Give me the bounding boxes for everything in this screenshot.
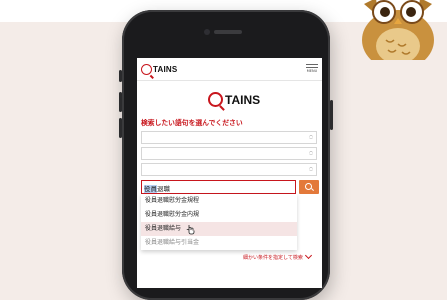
phone-earpiece [214, 30, 242, 34]
menu-button[interactable]: MENU [305, 62, 319, 73]
phone-power-button [330, 100, 333, 130]
category-select-2[interactable]: ︿ ﹀ [141, 147, 317, 160]
search-input-selected-text: 役員 [144, 185, 157, 193]
select-arrows-icon: ︿ ﹀ [309, 132, 313, 142]
phone-volume-down [119, 118, 122, 138]
category-select-1[interactable]: ︿ ﹀ [141, 131, 317, 144]
category-select-3[interactable]: ︿ ﹀ [141, 163, 317, 176]
main-logo: TAINS [208, 92, 260, 107]
hamburger-icon-bar [306, 67, 318, 68]
header-logo[interactable]: TAINS [141, 64, 177, 75]
search-input[interactable]: 役員退職 [141, 180, 296, 194]
autocomplete-dropdown: 役員退職慰労金規程 役員退職慰労金内規 役員退職給与 役員退職給与引当金 [141, 194, 297, 250]
suggestion-item[interactable]: 役員退職慰労金規程 [141, 194, 297, 208]
hamburger-icon [306, 64, 318, 65]
search-input-text: 退職 [157, 185, 170, 193]
header-logo-text: TAINS [153, 65, 178, 74]
site-header: TAINS MENU [137, 58, 322, 81]
select-arrows-icon: ︿ ﹀ [309, 148, 313, 158]
main-logo-text: TAINS [225, 92, 261, 107]
phone-camera [204, 29, 210, 35]
main-logo-mark-icon [208, 92, 223, 107]
search-icon [305, 183, 312, 190]
page-heading: 検索したい語句を選んでください [141, 119, 243, 127]
phone-screen: TAINS MENU TAINS 検索したい語句を選んでください ︿ ﹀ ︿ ﹀ ︿… [137, 58, 322, 288]
hand-pointer-icon [186, 225, 195, 235]
phone-volume-up [119, 92, 122, 112]
suggestion-item[interactable]: 役員退職慰労金内規 [141, 208, 297, 222]
logo-mark-icon [141, 64, 152, 75]
chevron-down-icon [304, 251, 312, 260]
owl-illustration [362, 0, 434, 60]
advanced-search-link[interactable]: 細かい条件を指定して検索 [243, 251, 312, 261]
menu-label: MENU [306, 69, 318, 73]
suggestion-item-hovered[interactable]: 役員退職給与 [141, 222, 297, 236]
phone-side-button [119, 70, 122, 82]
advanced-search-label: 細かい条件を指定して検索 [243, 255, 303, 261]
search-row: 役員退職 [141, 180, 319, 194]
search-button[interactable] [299, 180, 319, 194]
suggestion-item[interactable]: 役員退職給与引当金 [141, 236, 297, 250]
select-arrows-icon: ︿ ﹀ [309, 164, 313, 174]
